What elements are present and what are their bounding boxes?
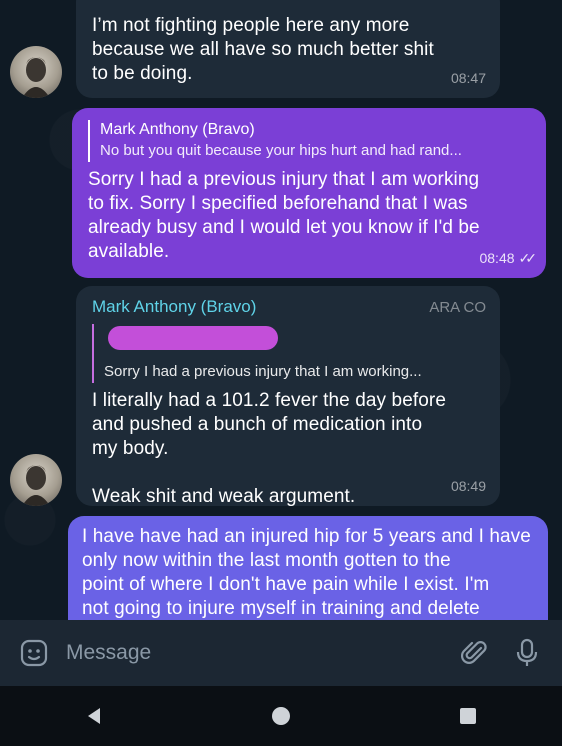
- system-nav-bar: [0, 686, 562, 746]
- reply-sender-name: Mark Anthony (Bravo): [100, 121, 255, 138]
- microphone-icon[interactable]: [510, 636, 544, 670]
- message-time-value: 08:48: [479, 250, 515, 266]
- reply-preview[interactable]: Mark Anthony (Bravo) No but you quit bec…: [88, 120, 530, 162]
- outgoing-message[interactable]: Mark Anthony (Bravo) No but you quit bec…: [72, 108, 546, 278]
- back-triangle-icon[interactable]: [69, 696, 119, 736]
- reply-snippet: Sorry I had a previous injury that I am …: [104, 363, 422, 380]
- recents-square-icon[interactable]: [443, 696, 493, 736]
- message-text: I literally had a 101.2 fever the day be…: [92, 390, 447, 507]
- admin-tag: ARA CO: [429, 299, 486, 316]
- paperclip-icon[interactable]: [458, 636, 492, 670]
- reply-snippet: No but you quit because your hips hurt a…: [100, 142, 462, 159]
- message-time: 08:49: [450, 478, 486, 494]
- message-time: 08:47: [450, 70, 486, 86]
- message-composer: [0, 620, 562, 686]
- sender-name[interactable]: Mark Anthony (Bravo): [92, 296, 484, 318]
- message-text: I’m not fighting people here any more be…: [92, 15, 434, 84]
- incoming-message[interactable]: Mark Anthony (Bravo) ARA CO Sorry I had …: [76, 286, 500, 507]
- home-circle-icon[interactable]: [256, 696, 306, 736]
- read-receipt-icon: ✓✓: [518, 250, 538, 266]
- message-text: Sorry I had a previous injury that I am …: [88, 169, 480, 262]
- reply-preview[interactable]: Sorry I had a previous injury that I am …: [92, 324, 484, 383]
- message-input[interactable]: [64, 640, 440, 666]
- message-time: 08:48 ✓✓: [479, 246, 538, 270]
- outgoing-message[interactable]: I have have had an injured hip for 5 yea…: [68, 516, 548, 620]
- chat-history[interactable]: I’m not fighting people here any more be…: [0, 0, 562, 620]
- avatar[interactable]: [10, 46, 62, 98]
- message-text: I have have had an injured hip for 5 yea…: [82, 526, 531, 619]
- incoming-message[interactable]: I’m not fighting people here any more be…: [76, 0, 500, 98]
- redacted-name: [108, 326, 278, 350]
- sticker-emoji-icon[interactable]: [18, 637, 50, 669]
- avatar[interactable]: [10, 454, 62, 506]
